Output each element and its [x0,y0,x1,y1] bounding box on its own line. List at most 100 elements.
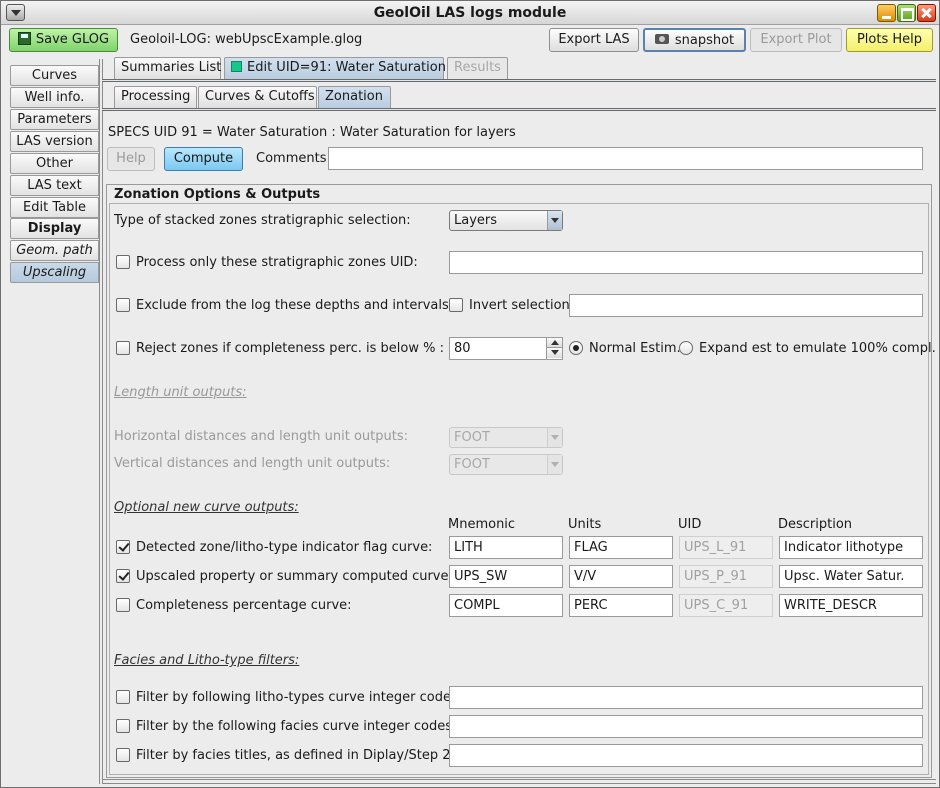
curve-2-description[interactable]: WRITE_DESCR [779,594,923,617]
sidebar-item-other[interactable]: Other [10,153,99,174]
horiz-label: Horizontal distances and length unit out… [114,429,409,444]
reject-spinner[interactable]: 80 [449,337,563,360]
normal-estim-radio[interactable] [569,341,583,355]
process-only-label: Process only these stratigraphic zones U… [136,255,418,270]
filter-1-checkbox[interactable] [116,719,130,733]
maximize-icon[interactable] [897,4,916,22]
zonation-group-title: Zonation Options & Outputs [114,187,321,202]
filter-2-checkbox[interactable] [116,748,130,762]
sidebar-item-upscaling[interactable]: Upscaling [10,262,99,283]
process-only-input[interactable] [449,251,923,274]
curve-0-label: Detected zone/litho-type indicator flag … [136,540,433,555]
specs-title: SPECS UID 91 = Water Saturation : Water … [108,125,516,140]
facies-header: Facies and Litho-type filters: [114,653,300,668]
sidebar-item-curves[interactable]: Curves [10,65,99,86]
chevron-down-icon [547,211,562,230]
col-units: Units [568,517,602,532]
exclude-label: Exclude from the log these depths and in… [136,298,454,313]
curve-1-label: Upscaled property or summary computed cu… [136,569,453,584]
reject-checkbox[interactable] [116,341,130,355]
window-title: GeolOil LAS logs module [373,5,567,21]
export-las-button[interactable]: Export LAS [549,28,639,52]
sidebar-item-las-version[interactable]: LAS version [10,131,99,152]
curve-1-mnemonic[interactable]: UPS_SW [449,565,563,588]
comments-input[interactable] [328,147,923,170]
stacked-select-value: Layers [454,213,498,228]
tab-zonation[interactable]: Zonation [318,86,391,108]
sidebar-item-geom-path[interactable]: Geom. path [10,240,99,261]
curve-1-units[interactable]: V/V [569,565,673,588]
curve-0-description[interactable]: Indicator lithotype [779,536,923,559]
sidebar-divider [99,59,103,784]
curve-0-units[interactable]: FLAG [569,536,673,559]
stacked-select[interactable]: Layers [449,210,563,231]
filter-1-input[interactable] [449,715,923,738]
col-mnemonic: Mnemonic [448,517,516,532]
chevron-down-icon [547,455,562,474]
curve-0-mnemonic[interactable]: LITH [449,536,563,559]
close-icon[interactable] [917,4,936,22]
top-tab-underline [102,79,936,82]
help-button[interactable]: Help [107,147,155,171]
horiz-unit-select[interactable]: FOOT [449,427,563,448]
exclude-input[interactable] [569,294,923,317]
curve-2-uid: UPS_C_91 [679,594,773,617]
sidebar-item-las-text[interactable]: LAS text [10,175,99,196]
curve-2-checkbox[interactable] [116,598,130,612]
snapshot-button[interactable]: snapshot [643,28,746,52]
export-plot-button[interactable]: Export Plot [750,28,842,52]
invert-checkbox[interactable] [449,298,463,312]
curve-0-uid: UPS_L_91 [679,536,773,559]
filter-0-label: Filter by following litho-types curve in… [136,690,463,705]
tab-results[interactable]: Results [447,57,508,79]
bottom-frame [102,779,936,784]
plots-help-button[interactable]: Plots Help [846,28,933,52]
file-name-label: Geoloil-LOG: webUpscExample.glog [130,32,363,47]
expand-est-radio[interactable] [679,341,693,355]
save-disk-icon [17,31,31,45]
exclude-checkbox[interactable] [116,298,130,312]
curve-0-checkbox[interactable] [116,540,130,554]
tab-edit-uid[interactable]: Edit UID=91: Water Saturation [224,57,446,79]
filter-0-checkbox[interactable] [116,690,130,704]
sub-tab-underline [102,108,936,111]
filter-0-input[interactable] [449,686,923,709]
curve-2-mnemonic[interactable]: COMPL [449,594,563,617]
reject-spinner-value: 80 [454,341,471,356]
filter-2-input[interactable] [449,744,923,767]
filter-2-label: Filter by facies titles, as defined in D… [136,748,455,763]
tab-edit-uid-label: Edit UID=91: Water Saturation [247,60,446,75]
save-glog-button[interactable]: Save GLOG [9,28,118,52]
compute-button[interactable]: Compute [164,147,243,171]
sidebar-item-display[interactable]: Display [10,218,99,239]
chevron-down-icon [547,428,562,447]
curve-1-checkbox[interactable] [116,569,130,583]
process-only-checkbox[interactable] [116,255,130,269]
optional-header: Optional new curve outputs: [114,500,299,515]
vert-unit-select[interactable]: FOOT [449,454,563,475]
tab-summaries-list[interactable]: Summaries List [114,57,221,79]
curve-1-description[interactable]: Upsc. Water Satur. [779,565,923,588]
save-glog-label: Save GLOG [35,32,110,47]
title-bar: GeolOil LAS logs module [1,1,939,25]
col-uid: UID [678,517,702,532]
minimize-icon[interactable] [877,4,896,22]
vert-unit-value: FOOT [454,457,490,472]
sidebar-item-edit-table[interactable]: Edit Table [10,197,99,218]
camera-icon [654,34,669,44]
tab-processing[interactable]: Processing [114,86,197,108]
horiz-unit-value: FOOT [454,430,490,445]
col-description: Description [778,517,853,532]
curve-2-units[interactable]: PERC [569,594,673,617]
curve-2-label: Completeness percentage curve: [136,598,352,613]
vert-label: Vertical distances and length unit outpu… [114,456,391,471]
invert-label: Invert selection [469,298,570,313]
spinner-arrows-icon[interactable] [546,338,562,359]
green-status-icon [231,60,242,72]
length-header: Length unit outputs: [114,385,247,400]
curve-1-uid: UPS_P_91 [679,565,773,588]
sidebar-item-parameters[interactable]: Parameters [10,109,99,130]
tab-curves-cutoffs[interactable]: Curves & Cutoffs [198,86,317,108]
app-window: GeolOil LAS logs module Save GLOG Geoloi… [0,0,940,788]
sidebar-item-well-info[interactable]: Well info. [10,87,99,108]
